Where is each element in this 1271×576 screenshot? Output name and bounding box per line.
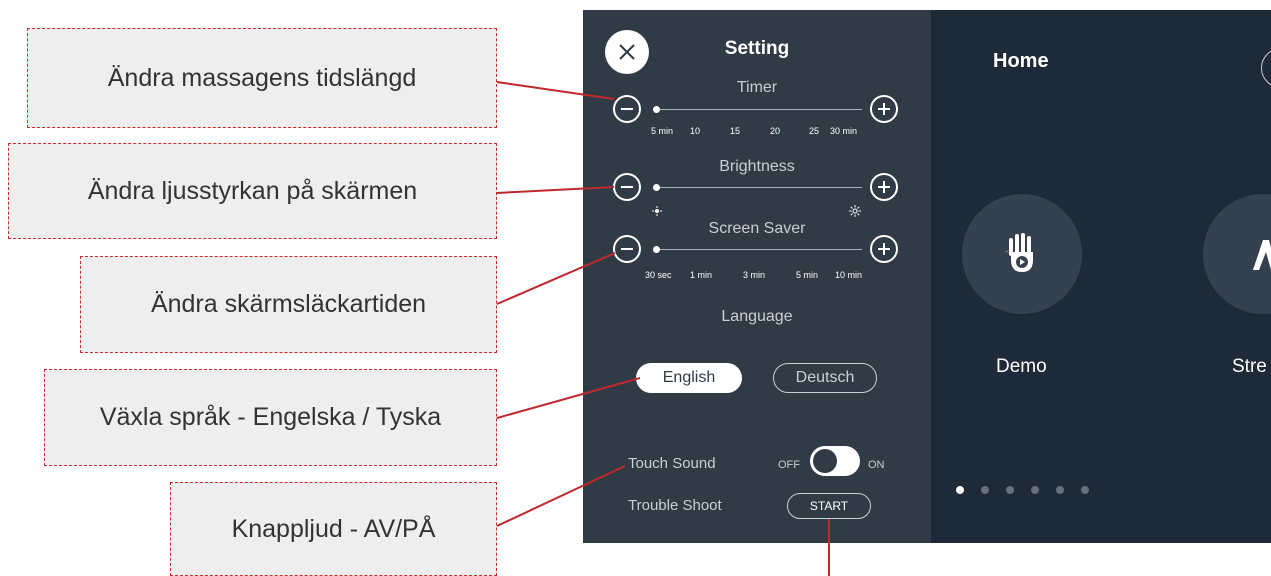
leader-line-screen-saver <box>496 252 616 305</box>
leader-line-language <box>496 377 641 419</box>
leader-line-touch-sound <box>496 465 626 527</box>
leader-lines <box>496 81 830 576</box>
leader-line-timer <box>496 81 615 100</box>
leader-line-brightness <box>496 186 615 194</box>
